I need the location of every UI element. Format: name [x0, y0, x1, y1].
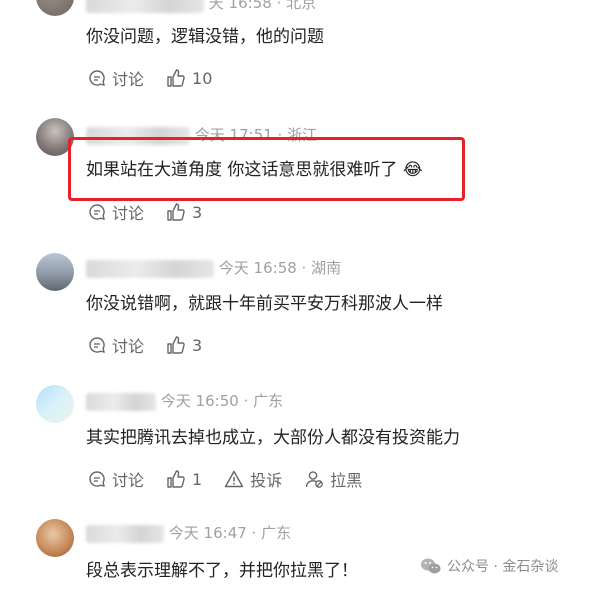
- comment-text: 段总表示理解不了，并把你拉黑了！: [86, 561, 358, 581]
- report-button[interactable]: 投诉: [224, 467, 282, 491]
- comment-actions: 讨论 10: [88, 66, 234, 90]
- thumbs-up-icon: [167, 470, 185, 488]
- warning-triangle-icon: [225, 470, 244, 488]
- username-blurred[interactable]: [86, 392, 156, 411]
- chat-bubble-icon: [89, 70, 105, 86]
- avatar[interactable]: [36, 253, 74, 291]
- comment-time-location: 今天 16:50 · 广东: [160, 392, 284, 410]
- comment-time-location: 今天 16:58 · 湖南: [218, 259, 342, 277]
- comment-text: 其实把腾讯去掉也成立，大部份人都没有投资能力: [86, 428, 460, 448]
- chat-bubble-icon: [89, 204, 105, 220]
- comment-time-location: 天 16:58 · 北京: [208, 0, 317, 12]
- chat-bubble-icon: [89, 337, 105, 353]
- comment-actions: 讨论 3: [88, 333, 224, 357]
- avatar[interactable]: [36, 0, 74, 16]
- comment-meta: 今天 16:47 · 广东: [86, 522, 291, 543]
- like-button[interactable]: 3: [166, 202, 202, 222]
- comment-time-location: 今天 16:47 · 广东: [168, 524, 292, 542]
- comment-meta: 今天 16:50 · 广东: [86, 390, 283, 411]
- discuss-button[interactable]: 讨论: [88, 200, 144, 224]
- thumbs-up-icon: [167, 336, 185, 354]
- thumbs-up-icon: [167, 69, 185, 87]
- username-blurred[interactable]: [86, 0, 204, 13]
- comment-actions: 讨论 1 投诉 拉黑: [88, 467, 384, 491]
- discuss-button[interactable]: 讨论: [88, 467, 144, 491]
- like-count: 1: [192, 469, 203, 489]
- discuss-button[interactable]: 讨论: [88, 66, 144, 90]
- red-highlight-box: [68, 137, 465, 201]
- discuss-label: 讨论: [112, 204, 145, 223]
- block-button[interactable]: 拉黑: [304, 467, 362, 491]
- comment-text: 你没说错啊，就跟十年前买平安万科那波人一样: [86, 294, 443, 314]
- block-user-icon: [306, 471, 324, 488]
- comment-text: 你没问题，逻辑没错，他的问题: [86, 27, 324, 47]
- avatar[interactable]: [36, 519, 74, 557]
- like-count: 3: [192, 335, 203, 355]
- chat-bubble-icon: [89, 471, 105, 487]
- thumbs-up-icon: [167, 203, 185, 221]
- discuss-label: 讨论: [112, 337, 145, 356]
- discuss-button[interactable]: 讨论: [88, 333, 144, 357]
- wechat-logo-icon: [421, 558, 441, 574]
- report-label: 投诉: [250, 471, 283, 490]
- comment-actions: 讨论 3: [88, 200, 224, 224]
- watermark-text: 公众号 · 金石杂谈: [447, 559, 559, 575]
- like-count: 10: [192, 68, 213, 88]
- like-count: 3: [192, 202, 203, 222]
- discuss-label: 讨论: [112, 471, 145, 490]
- comment-meta: 天 16:58 · 北京: [86, 0, 316, 13]
- like-button[interactable]: 3: [166, 335, 202, 355]
- block-label: 拉黑: [330, 471, 363, 490]
- avatar[interactable]: [36, 385, 74, 423]
- like-button[interactable]: 1: [166, 469, 202, 489]
- comment-meta: 今天 16:58 · 湖南: [86, 257, 341, 278]
- username-blurred[interactable]: [86, 524, 164, 543]
- watermark: 公众号 · 金石杂谈: [420, 556, 558, 576]
- like-button[interactable]: 10: [166, 68, 212, 88]
- username-blurred[interactable]: [86, 259, 214, 278]
- comment-thread: 天 16:58 · 北京 你没问题，逻辑没错，他的问题 讨论 10 今天 17:…: [0, 0, 613, 591]
- discuss-label: 讨论: [112, 70, 145, 89]
